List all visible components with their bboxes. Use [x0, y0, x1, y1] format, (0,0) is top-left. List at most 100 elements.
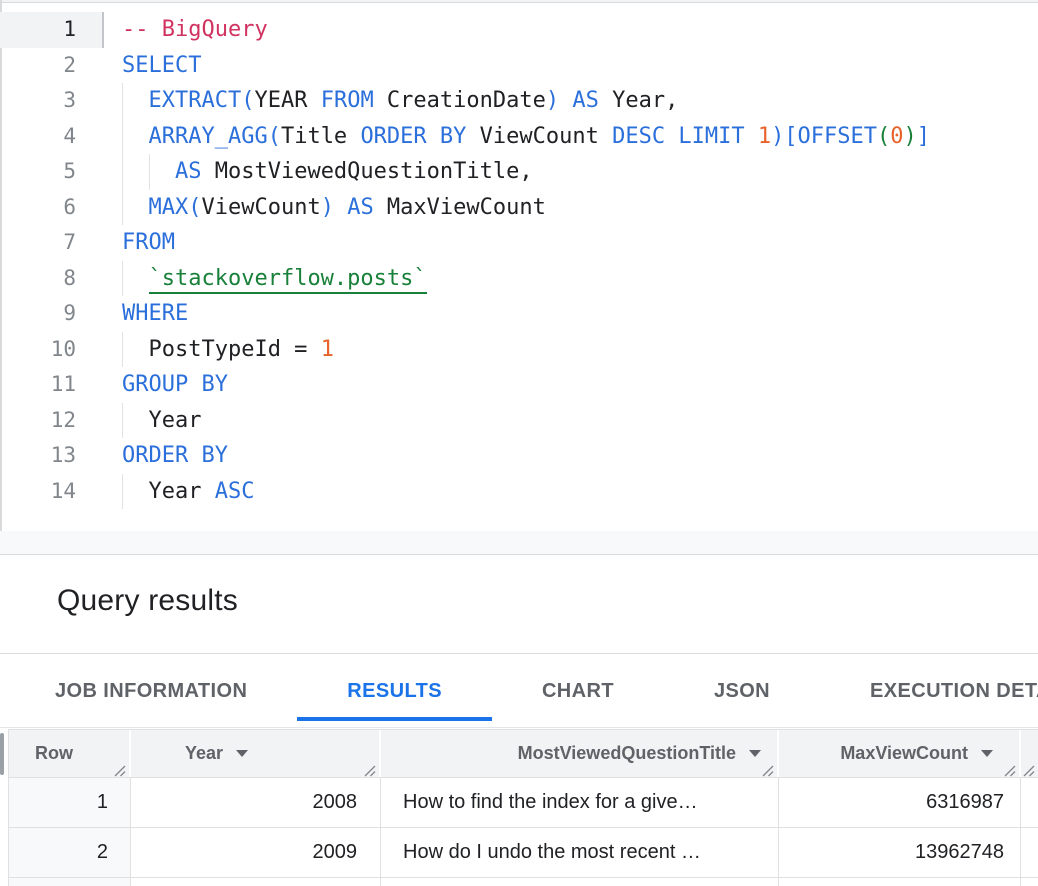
column-header-year[interactable]: Year [131, 730, 381, 777]
cell-stub [1021, 778, 1038, 827]
tab-json[interactable]: JSON [664, 655, 820, 727]
code-line[interactable]: -- BigQuery [104, 12, 1038, 48]
editor-line: 5 AS MostViewedQuestionTitle, [0, 154, 1038, 190]
code-token: DESC LIMIT [612, 124, 744, 149]
query-results-section-header: Query results [0, 556, 1038, 654]
code-token [122, 266, 149, 291]
code-token: ORDER BY [360, 124, 466, 149]
editor-line: 8 `stackoverflow.posts` [0, 261, 1038, 297]
tab-label: JSON [714, 680, 770, 703]
code-token: ASC [215, 479, 255, 504]
column-resize-grip[interactable] [1021, 761, 1035, 775]
code-token: -- BigQuery [122, 17, 268, 42]
table-reference-link[interactable]: `stackoverflow.posts` [149, 266, 427, 294]
editor-line: 14 Year ASC [0, 474, 1038, 510]
code-lines[interactable]: 1-- BigQuery2SELECT3 EXTRACT(YEAR FROM C… [0, 12, 1038, 509]
code-token: ) AS [546, 88, 599, 113]
code-token: 0 [890, 124, 903, 149]
editor-line: 12 Year [0, 403, 1038, 439]
line-number: 2 [0, 48, 104, 84]
results-table: Row YearMostViewedQuestionTitle MaxViewCou… [8, 729, 1038, 886]
tab-chart[interactable]: CHART [492, 655, 664, 727]
cell-row: 1 [9, 778, 131, 827]
code-token: EXTRACT( [149, 88, 255, 113]
column-resize-grip[interactable] [760, 761, 774, 775]
indent-guide-line [122, 474, 123, 510]
line-number: 3 [0, 83, 104, 119]
line-number: 9 [0, 296, 104, 332]
editor-bottom-band [0, 531, 1038, 555]
cell-stub [1021, 878, 1038, 886]
editor-line: 13 ORDER BY [0, 438, 1038, 474]
editor-line: 7 FROM [0, 225, 1038, 261]
code-token [122, 88, 149, 113]
code-token: MaxViewCount [374, 195, 546, 220]
results-table-body: 12008How to find the index for a give…63… [9, 778, 1038, 886]
indent-guide-line [122, 261, 123, 297]
code-line[interactable]: ORDER BY [104, 438, 1038, 474]
cell-year: 2008 [131, 778, 381, 827]
tab-label: RESULTS [347, 680, 442, 703]
code-token: AS [175, 159, 202, 184]
cell-mostviewedquestiontitle: How to find the index for a give… [381, 778, 779, 827]
code-token: SELECT [122, 53, 201, 78]
code-line[interactable]: SELECT [104, 48, 1038, 84]
tab-execution-details[interactable]: EXECUTION DETAILS [820, 655, 1038, 727]
code-line[interactable]: WHERE [104, 296, 1038, 332]
editor-line: 3 EXTRACT(YEAR FROM CreationDate) AS Yea… [0, 83, 1038, 119]
editor-line: 2 SELECT [0, 48, 1038, 84]
table-scrollbar-thumb[interactable] [0, 733, 4, 775]
sort-dropdown-icon[interactable] [749, 750, 761, 757]
column-header-row[interactable]: Row [9, 730, 131, 777]
sql-editor[interactable]: 1-- BigQuery2SELECT3 EXTRACT(YEAR FROM C… [0, 0, 1038, 531]
code-line[interactable]: ARRAY_AGG(Title ORDER BY ViewCount DESC … [104, 119, 1038, 155]
sort-dropdown-icon[interactable] [236, 750, 248, 757]
column-resize-grip[interactable] [112, 761, 126, 775]
line-number: 12 [0, 403, 104, 439]
column-header-label: Row [35, 743, 73, 764]
code-line[interactable]: Year [104, 403, 1038, 439]
code-token: GROUP BY [122, 372, 228, 397]
column-resize-grip[interactable] [362, 761, 376, 775]
code-token: FROM [122, 230, 175, 255]
code-token: 1 [321, 337, 334, 362]
code-line[interactable]: GROUP BY [104, 367, 1038, 403]
indent-guide-line [122, 154, 123, 190]
editor-line: 11GROUP BY [0, 367, 1038, 403]
tab-job-information[interactable]: JOB INFORMATION [5, 655, 297, 727]
cell-maxviewcount: 13962748 [779, 828, 1021, 877]
code-token: ] [917, 124, 930, 149]
code-line[interactable]: FROM [104, 225, 1038, 261]
line-number: 6 [0, 190, 104, 226]
line-number: 7 [0, 225, 104, 261]
code-line[interactable]: `stackoverflow.posts` [104, 261, 1038, 297]
cell-year [131, 878, 381, 886]
column-header-label: MaxViewCount [840, 743, 968, 764]
code-token: MAX( [149, 195, 202, 220]
code-token: ) [904, 124, 917, 149]
code-line[interactable]: PostTypeId = 1 [104, 332, 1038, 368]
code-token: MostViewedQuestionTitle, [201, 159, 532, 184]
column-header-mostviewedquestiontitle[interactable]: MostViewedQuestionTitle [381, 730, 779, 777]
code-token: ) AS [321, 195, 374, 220]
line-number: 13 [0, 438, 104, 474]
code-token: Title [281, 124, 360, 149]
code-line[interactable]: Year ASC [104, 474, 1038, 510]
bigquery-console: 1-- BigQuery2SELECT3 EXTRACT(YEAR FROM C… [0, 0, 1038, 886]
code-line[interactable]: MAX(ViewCount) AS MaxViewCount [104, 190, 1038, 226]
column-resize-grip[interactable] [1002, 761, 1016, 775]
code-token: Year [122, 408, 201, 433]
code-line[interactable]: EXTRACT(YEAR FROM CreationDate) AS Year, [104, 83, 1038, 119]
table-row-partial [9, 878, 1038, 886]
editor-line: 1-- BigQuery [0, 12, 1038, 48]
tab-results[interactable]: RESULTS [297, 655, 492, 727]
query-results-title: Query results [57, 584, 238, 618]
code-token: ORDER BY [122, 443, 228, 468]
table-row: 22009How do I undo the most recent …1396… [9, 828, 1038, 878]
sort-dropdown-icon[interactable] [981, 750, 993, 757]
code-line[interactable]: AS MostViewedQuestionTitle, [104, 154, 1038, 190]
cell-mostviewedquestiontitle [381, 878, 779, 886]
editor-line: 6 MAX(ViewCount) AS MaxViewCount [0, 190, 1038, 226]
column-header-maxviewcount[interactable]: MaxViewCount [779, 730, 1021, 777]
column-header-stub [1021, 730, 1038, 777]
